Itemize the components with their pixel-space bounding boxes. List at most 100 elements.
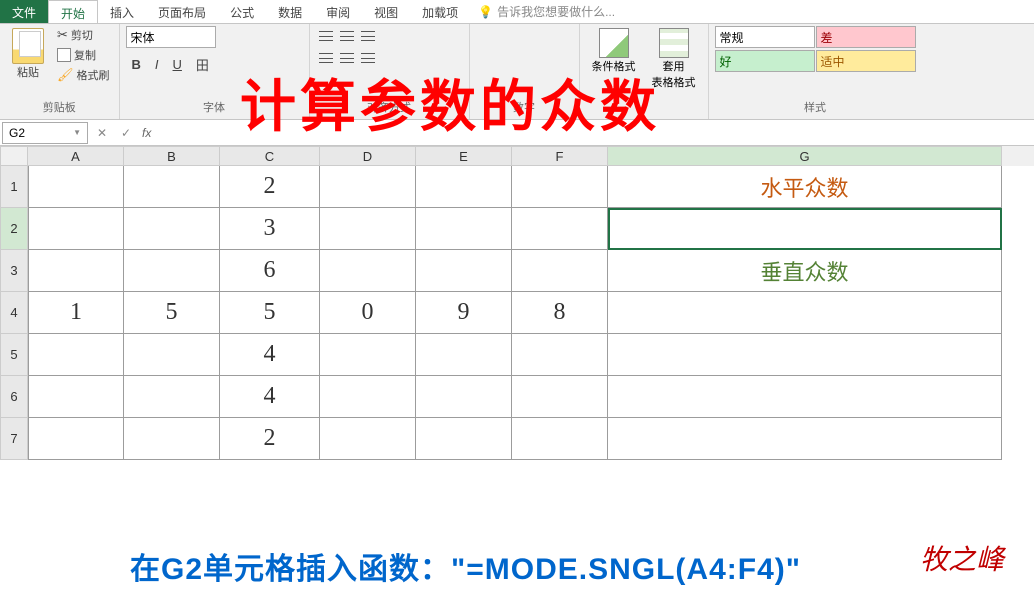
cell-a5[interactable] xyxy=(28,334,124,376)
cell-e7[interactable] xyxy=(416,418,512,460)
cell-b5[interactable] xyxy=(124,334,220,376)
cell-f6[interactable] xyxy=(512,376,608,418)
tell-me[interactable]: 💡告诉我您想要做什么... xyxy=(470,0,623,23)
cell-b4[interactable]: 5 xyxy=(124,292,220,334)
conditional-format-button[interactable]: 条件格式 xyxy=(586,26,642,113)
row-header-2[interactable]: 2 xyxy=(0,208,28,250)
font-name-input[interactable] xyxy=(126,26,216,48)
style-good[interactable]: 好 xyxy=(715,50,815,72)
underline-button[interactable]: U xyxy=(167,54,188,75)
tab-view[interactable]: 视图 xyxy=(362,0,410,23)
col-header-b[interactable]: B xyxy=(124,146,220,166)
cell-d2[interactable] xyxy=(320,208,416,250)
cell-d5[interactable] xyxy=(320,334,416,376)
row-header-7[interactable]: 7 xyxy=(0,418,28,460)
cell-a6[interactable] xyxy=(28,376,124,418)
cell-d6[interactable] xyxy=(320,376,416,418)
align-middle-button[interactable] xyxy=(337,26,357,46)
cancel-button[interactable]: ✕ xyxy=(90,122,114,144)
cell-f5[interactable] xyxy=(512,334,608,376)
cell-b1[interactable] xyxy=(124,166,220,208)
cell-g1[interactable]: 水平众数 xyxy=(608,166,1002,208)
select-all-corner[interactable] xyxy=(0,146,28,166)
align-right-button[interactable] xyxy=(358,48,378,68)
format-painter-button[interactable]: 🖌格式刷 xyxy=(54,66,113,84)
cell-e5[interactable] xyxy=(416,334,512,376)
name-box[interactable]: G2 ▼ xyxy=(2,122,88,144)
col-header-a[interactable]: A xyxy=(28,146,124,166)
tab-review[interactable]: 审阅 xyxy=(314,0,362,23)
tab-home[interactable]: 开始 xyxy=(48,0,98,23)
cell-c1[interactable]: 2 xyxy=(220,166,320,208)
table-format-button[interactable]: 套用 表格格式 xyxy=(646,26,702,113)
cell-c4[interactable]: 5 xyxy=(220,292,320,334)
cell-d4[interactable]: 0 xyxy=(320,292,416,334)
cell-a7[interactable] xyxy=(28,418,124,460)
cell-g5[interactable] xyxy=(608,334,1002,376)
row-header-3[interactable]: 3 xyxy=(0,250,28,292)
tab-data[interactable]: 数据 xyxy=(266,0,314,23)
tab-addins[interactable]: 加载项 xyxy=(410,0,470,23)
cell-e1[interactable] xyxy=(416,166,512,208)
align-bottom-button[interactable] xyxy=(358,26,378,46)
cell-d3[interactable] xyxy=(320,250,416,292)
row-header-4[interactable]: 4 xyxy=(0,292,28,334)
italic-button[interactable]: I xyxy=(149,54,165,75)
align-top-button[interactable] xyxy=(316,26,336,46)
tab-layout[interactable]: 页面布局 xyxy=(146,0,218,23)
cell-e4[interactable]: 9 xyxy=(416,292,512,334)
cell-f7[interactable] xyxy=(512,418,608,460)
col-header-d[interactable]: D xyxy=(320,146,416,166)
paste-button[interactable]: 粘贴 xyxy=(6,26,50,97)
cell-f1[interactable] xyxy=(512,166,608,208)
col-header-f[interactable]: F xyxy=(512,146,608,166)
cell-a2[interactable] xyxy=(28,208,124,250)
cell-e3[interactable] xyxy=(416,250,512,292)
cell-g4[interactable] xyxy=(608,292,1002,334)
cell-f4[interactable]: 8 xyxy=(512,292,608,334)
cell-g7[interactable] xyxy=(608,418,1002,460)
cell-c2[interactable]: 3 xyxy=(220,208,320,250)
cell-g3[interactable]: 垂直众数 xyxy=(608,250,1002,292)
cell-a4[interactable]: 1 xyxy=(28,292,124,334)
tab-insert[interactable]: 插入 xyxy=(98,0,146,23)
style-normal[interactable]: 常规 xyxy=(715,26,815,48)
formula-bar: G2 ▼ ✕ ✓ fx xyxy=(0,120,1034,146)
col-header-g[interactable]: G xyxy=(608,146,1002,166)
align-center-button[interactable] xyxy=(337,48,357,68)
confirm-button[interactable]: ✓ xyxy=(114,122,138,144)
cell-f3[interactable] xyxy=(512,250,608,292)
tab-file[interactable]: 文件 xyxy=(0,0,48,23)
align-left-button[interactable] xyxy=(316,48,336,68)
style-bad[interactable]: 差 xyxy=(816,26,916,48)
col-header-e[interactable]: E xyxy=(416,146,512,166)
cell-a3[interactable] xyxy=(28,250,124,292)
row-header-6[interactable]: 6 xyxy=(0,376,28,418)
border-button[interactable]: 田 xyxy=(190,52,215,77)
bold-button[interactable]: B xyxy=(126,54,147,75)
cell-b2[interactable] xyxy=(124,208,220,250)
cell-e6[interactable] xyxy=(416,376,512,418)
cell-d1[interactable] xyxy=(320,166,416,208)
cell-g2[interactable] xyxy=(608,208,1002,250)
row-header-1[interactable]: 1 xyxy=(0,166,28,208)
cell-e2[interactable] xyxy=(416,208,512,250)
copy-button[interactable]: 复制 xyxy=(54,46,113,64)
cell-c5[interactable]: 4 xyxy=(220,334,320,376)
style-neutral[interactable]: 适中 xyxy=(816,50,916,72)
cell-c3[interactable]: 6 xyxy=(220,250,320,292)
cell-c7[interactable]: 2 xyxy=(220,418,320,460)
cell-c6[interactable]: 4 xyxy=(220,376,320,418)
cell-d7[interactable] xyxy=(320,418,416,460)
cut-button[interactable]: ✂剪切 xyxy=(54,26,113,44)
cell-b7[interactable] xyxy=(124,418,220,460)
col-header-c[interactable]: C xyxy=(220,146,320,166)
tab-formula[interactable]: 公式 xyxy=(218,0,266,23)
cell-a1[interactable] xyxy=(28,166,124,208)
cell-g6[interactable] xyxy=(608,376,1002,418)
cell-b6[interactable] xyxy=(124,376,220,418)
fx-button[interactable]: fx xyxy=(138,126,155,140)
cell-b3[interactable] xyxy=(124,250,220,292)
cell-f2[interactable] xyxy=(512,208,608,250)
row-header-5[interactable]: 5 xyxy=(0,334,28,376)
